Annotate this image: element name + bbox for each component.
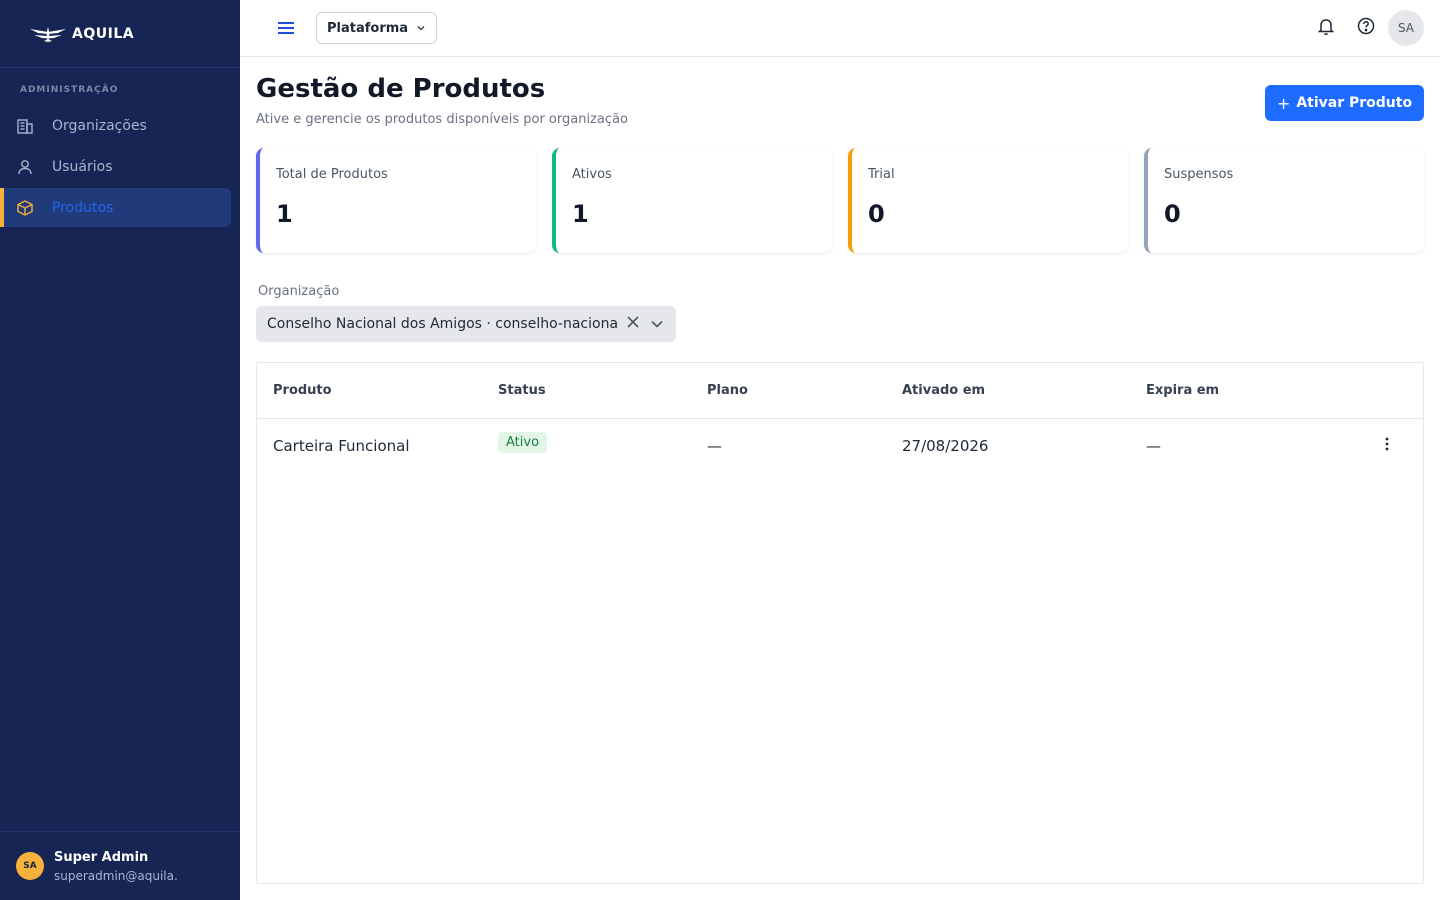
stat-label: Total de Produtos xyxy=(276,167,388,182)
organizacao-select[interactable]: Conselho Nacional dos Amigos · conselho-… xyxy=(256,306,676,342)
cell-expira-em: — xyxy=(1146,437,1161,455)
stat-label: Trial xyxy=(868,167,895,182)
stat-card-ativos: Ativos 1 xyxy=(552,148,832,253)
stat-value: 1 xyxy=(276,200,293,228)
status-badge: Ativo xyxy=(498,432,548,453)
menu-icon[interactable] xyxy=(276,18,296,38)
user-icon xyxy=(18,159,32,174)
stat-card-total: Total de Produtos 1 xyxy=(256,148,536,253)
ativar-produto-label: Ativar Produto xyxy=(1296,95,1413,111)
organizacao-select-value: Conselho Nacional dos Amigos · conselho-… xyxy=(267,316,617,332)
plus-icon: + xyxy=(1276,93,1291,113)
column-header-plano[interactable]: Plano xyxy=(707,383,748,398)
close-icon[interactable] xyxy=(626,315,640,329)
building-icon xyxy=(17,118,33,134)
stat-label: Suspensos xyxy=(1164,167,1234,182)
more-vertical-icon[interactable] xyxy=(1379,435,1395,453)
ativar-produto-button[interactable]: + Ativar Produto xyxy=(1265,85,1424,121)
platform-select[interactable]: Plataforma xyxy=(316,12,438,44)
column-header-produto[interactable]: Produto xyxy=(273,383,332,398)
user-profile[interactable]: SA Super Admin superadmin@aquila.com xyxy=(0,831,240,900)
column-header-status[interactable]: Status xyxy=(498,383,546,398)
stat-card-suspensos: Suspensos 0 xyxy=(1144,148,1424,253)
section-label-administracao: ADMINISTRAÇÃO xyxy=(20,85,119,95)
sidebar-item-produtos[interactable]: Produtos xyxy=(0,188,231,227)
sidebar-item-usuarios[interactable]: Usuários xyxy=(0,147,231,186)
table-row[interactable]: Carteira Funcional Ativo — 27/08/2026 — xyxy=(257,419,1423,471)
help-icon[interactable] xyxy=(1356,16,1376,36)
sidebar: AQUILA ADMINISTRAÇÃO Organizações Usuári… xyxy=(0,0,240,900)
sidebar-item-label: Usuários xyxy=(52,158,113,175)
stat-value: 0 xyxy=(1164,200,1181,228)
user-email: superadmin@aquila.com xyxy=(54,868,178,883)
stat-label: Ativos xyxy=(572,167,612,182)
stat-card-trial: Trial 0 xyxy=(848,148,1128,253)
organizacao-filter-label: Organização xyxy=(258,284,340,299)
cell-plano: — xyxy=(707,437,722,455)
sidebar-item-organizacoes[interactable]: Organizações xyxy=(0,106,231,145)
cell-ativado-em: 27/08/2026 xyxy=(902,437,989,455)
chevron-down-icon[interactable] xyxy=(650,317,664,331)
cell-produto: Carteira Funcional xyxy=(273,437,410,455)
aquila-logo-icon xyxy=(30,26,66,43)
box-icon xyxy=(17,199,33,216)
platform-select-label: Plataforma xyxy=(327,20,409,36)
sidebar-item-label: Organizações xyxy=(52,117,147,134)
bell-icon[interactable] xyxy=(1316,16,1336,36)
page-title: Gestão de Produtos xyxy=(256,74,546,104)
stat-value: 1 xyxy=(572,200,589,228)
table-header: Produto Status Plano Ativado em Expira e… xyxy=(257,363,1423,419)
brand-name: AQUILA xyxy=(72,25,135,42)
stat-value: 0 xyxy=(868,200,885,228)
user-name: Super Admin xyxy=(54,849,149,865)
page-subtitle: Ative e gerencie os produtos disponíveis… xyxy=(256,112,628,127)
topbar: Plataforma SA xyxy=(240,0,1440,57)
avatar: SA xyxy=(16,852,44,880)
produtos-table: Produto Status Plano Ativado em Expira e… xyxy=(256,362,1424,884)
brand[interactable]: AQUILA xyxy=(0,0,240,68)
avatar[interactable]: SA xyxy=(1388,10,1424,46)
sidebar-item-label: Produtos xyxy=(52,199,114,216)
chevron-down-icon xyxy=(417,26,425,31)
column-header-ativado-em[interactable]: Ativado em xyxy=(902,383,985,398)
column-header-expira-em[interactable]: Expira em xyxy=(1146,383,1219,398)
